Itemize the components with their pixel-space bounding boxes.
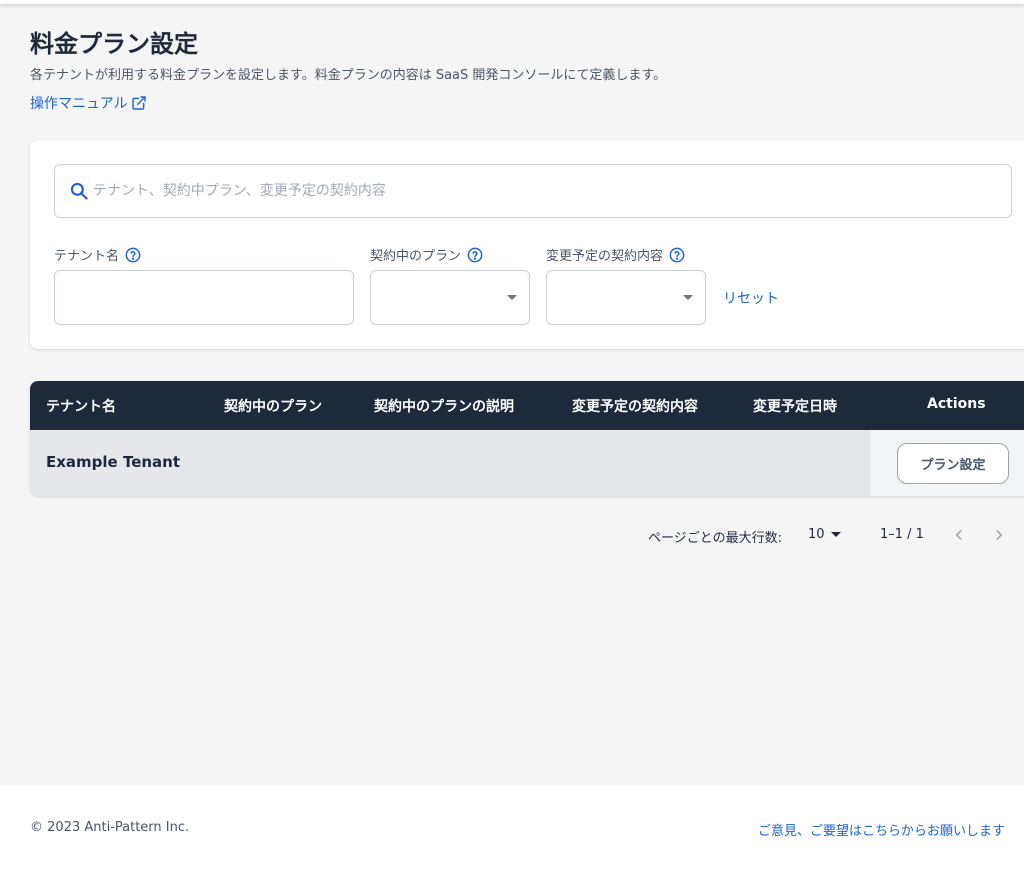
tenant-name-filter-label: テナント名 (54, 245, 141, 264)
external-link-icon (131, 96, 146, 110)
page-description: 各テナントが利用する料金プランを設定します。料金プランの内容は SaaS 開発コ… (30, 68, 667, 83)
tenant-plan-table: テナント名 契約中のプラン 契約中のプランの説明 変更予定の契約内容 変更予定日… (30, 381, 1024, 496)
tenant-name-cell: Example Tenant (46, 453, 181, 471)
chevron-left-icon (955, 530, 962, 540)
table-row[interactable]: Example Tenant プラン設定 (30, 430, 1024, 496)
chevron-down-icon (507, 295, 517, 300)
tenant-name-filter-text: テナント名 (54, 249, 120, 264)
column-header-planned-change: 変更予定の契約内容 (572, 399, 698, 415)
rows-per-page-value: 10 (808, 527, 825, 542)
current-plan-filter-label: 契約中のプラン (370, 245, 483, 264)
tenant-name-field[interactable] (54, 270, 354, 325)
column-header-planned-date: 変更予定日時 (753, 399, 837, 415)
chevron-right-icon (996, 530, 1003, 540)
column-header-actions: Actions (927, 396, 986, 412)
top-bar (0, 0, 1024, 4)
planned-change-select[interactable] (546, 270, 706, 325)
feedback-link[interactable]: ご意見、ご要望はこちらからお願いします (758, 820, 1005, 839)
help-icon[interactable] (125, 247, 141, 263)
filter-panel: テナント名 契約中のプラン 変更予定の契約内容 リセット (30, 140, 1024, 349)
next-page-button[interactable] (988, 524, 1010, 546)
rows-per-page-select[interactable]: 10 (808, 527, 841, 542)
chevron-down-icon (683, 295, 693, 300)
current-plan-filter-text: 契約中のプラン (370, 249, 462, 264)
rows-per-page-label: ページごとの最大行数: (648, 531, 782, 546)
column-header-tenant-name: テナント名 (46, 399, 116, 415)
search-field[interactable] (54, 164, 1012, 218)
column-header-current-plan: 契約中のプラン (224, 399, 322, 415)
search-icon (70, 182, 88, 200)
footer: © 2023 Anti-Pattern Inc. ご意見、ご要望はこちらからお願… (0, 785, 1024, 870)
pagination-range: 1–1 / 1 (880, 527, 924, 542)
planned-change-filter-text: 変更予定の契約内容 (546, 249, 664, 264)
manual-link-label: 操作マニュアル (30, 96, 128, 112)
reset-button[interactable]: リセット (723, 288, 779, 308)
plan-settings-button[interactable]: プラン設定 (897, 443, 1009, 484)
page-title: 料金プラン設定 (30, 30, 198, 58)
help-icon[interactable] (669, 247, 685, 263)
manual-link[interactable]: 操作マニュアル (30, 93, 147, 113)
copyright-text: © 2023 Anti-Pattern Inc. (30, 820, 190, 835)
current-plan-select[interactable] (370, 270, 530, 325)
column-header-plan-description: 契約中のプランの説明 (374, 399, 514, 415)
planned-change-filter-label: 変更予定の契約内容 (546, 245, 685, 264)
previous-page-button[interactable] (948, 524, 970, 546)
caret-down-icon (830, 532, 841, 537)
search-input[interactable] (93, 183, 993, 199)
help-icon[interactable] (467, 247, 483, 263)
tenant-name-input[interactable] (55, 271, 353, 324)
table-header: テナント名 契約中のプラン 契約中のプランの説明 変更予定の契約内容 変更予定日… (30, 381, 1024, 430)
